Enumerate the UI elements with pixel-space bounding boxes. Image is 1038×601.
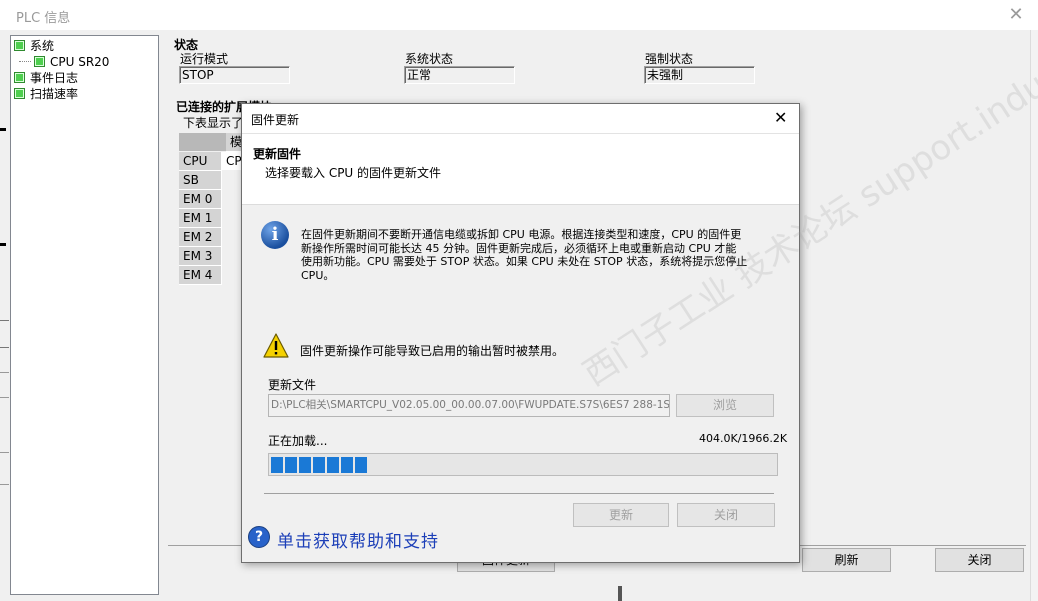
progress-segment <box>355 457 367 473</box>
warning-icon <box>263 333 289 358</box>
edge-line <box>0 397 9 398</box>
navigation-tree: 系统 CPU SR20 事件日志 扫描速率 <box>10 35 159 595</box>
scrollbar[interactable] <box>1030 30 1038 601</box>
row-header: EM 1 <box>179 209 222 228</box>
loading-label: 正在加载... <box>268 434 328 448</box>
row-header: CPU <box>179 152 222 171</box>
dialog-title: 固件更新 <box>251 113 300 127</box>
file-path-field[interactable]: D:\PLC相关\SMARTCPU_V02.05.00_00.00.07.00\… <box>268 394 670 417</box>
edge-line <box>0 372 9 373</box>
refresh-button[interactable]: 刷新 <box>802 548 891 572</box>
row-header: EM 4 <box>179 266 222 285</box>
dialog-title-bar: 固件更新 ✕ <box>242 104 799 134</box>
edge-line <box>0 347 9 348</box>
warning-text: 固件更新操作可能导致已启用的输出暂时被禁用。 <box>300 344 565 358</box>
progress-segment <box>285 457 297 473</box>
window-title: PLC 信息 <box>16 11 71 26</box>
tree-item-cpu[interactable]: CPU SR20 <box>11 54 158 70</box>
title-bar: PLC 信息 ✕ <box>0 0 1038 30</box>
tree-node-icon <box>14 40 25 51</box>
cursor-mark <box>618 586 622 601</box>
tree-node-icon <box>14 88 25 99</box>
tree-node-icon <box>14 72 25 83</box>
row-header: SB <box>179 171 222 190</box>
force-state-label: 强制状态 <box>645 52 694 66</box>
system-state-label: 系统状态 <box>405 52 454 66</box>
firmware-update-dialog: 固件更新 ✕ 更新固件 选择要载入 CPU 的固件更新文件 i 在固件更新期间不… <box>241 0 1038 563</box>
update-button[interactable]: 更新 <box>573 503 669 527</box>
tree-item-system[interactable]: 系统 <box>11 38 158 54</box>
system-state-field: 正常 <box>404 66 515 84</box>
progress-segment <box>327 457 339 473</box>
tree-node-icon <box>34 56 45 67</box>
info-icon: i <box>261 221 289 249</box>
dialog-header-title: 更新固件 <box>253 147 302 161</box>
close-icon[interactable]: ✕ <box>774 108 787 127</box>
file-label: 更新文件 <box>268 378 317 392</box>
progress-segment <box>313 457 325 473</box>
edge-mark <box>0 243 6 246</box>
close-icon[interactable]: ✕ <box>1005 4 1027 26</box>
separator <box>264 493 774 494</box>
tree-item-event-log[interactable]: 事件日志 <box>11 70 158 86</box>
dialog-close-button[interactable]: 关闭 <box>677 503 775 527</box>
progress-bar <box>268 453 778 476</box>
dialog-header-subtitle: 选择要载入 CPU 的固件更新文件 <box>265 166 442 180</box>
help-link[interactable]: 单击获取帮助和支持 <box>277 527 439 552</box>
progress-segment <box>271 457 283 473</box>
edge-line <box>0 484 9 485</box>
edge-mark <box>0 128 6 131</box>
dialog-header: 更新固件 选择要载入 CPU 的固件更新文件 <box>242 134 799 205</box>
force-state-field: 未强制 <box>644 66 755 84</box>
progress-segment <box>341 457 353 473</box>
tree-item-scan-rate[interactable]: 扫描速率 <box>11 86 158 102</box>
help-icon[interactable]: ? <box>248 526 270 548</box>
modules-subtext: 下表显示了 <box>183 116 244 130</box>
modules-table: 模 CPU CP SB EM 0 EM 1 EM 2 EM 3 EM 4 <box>179 133 251 285</box>
row-header: EM 3 <box>179 247 222 266</box>
tree-connector <box>19 61 31 62</box>
close-button[interactable]: 关闭 <box>935 548 1024 572</box>
progress-segment <box>299 457 311 473</box>
edge-fragment <box>0 40 7 52</box>
loading-size: 404.0K/1966.2K <box>699 432 788 445</box>
row-header: EM 2 <box>179 228 222 247</box>
edge-line <box>0 320 9 321</box>
run-mode-label: 运行模式 <box>180 52 229 66</box>
row-header: EM 0 <box>179 190 222 209</box>
browse-button[interactable]: 浏览 <box>676 394 774 417</box>
table-corner <box>179 133 226 151</box>
edge-line <box>0 452 9 453</box>
run-mode-field: STOP <box>179 66 290 84</box>
